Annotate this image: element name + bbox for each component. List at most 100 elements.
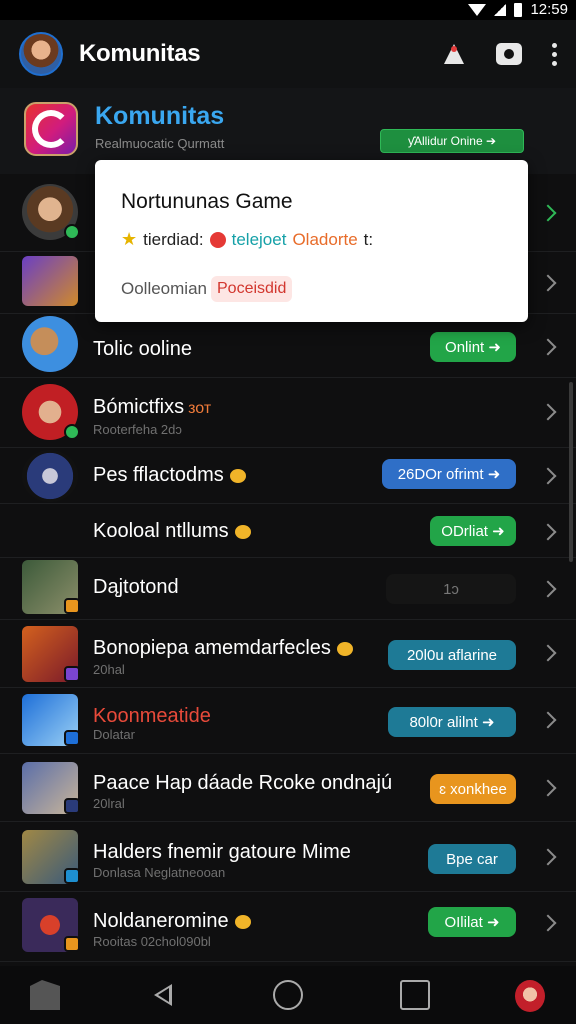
online-button[interactable]: Bpe car (428, 844, 516, 874)
status-icon (64, 936, 80, 952)
popup-action-chip[interactable]: Poceisdid (211, 276, 293, 302)
row-name: Noldaneromine (93, 910, 251, 933)
chevron-right-icon[interactable] (539, 338, 557, 356)
avatar (22, 560, 80, 614)
list-item[interactable]: Tolic ooline Onlint ➜ (0, 314, 576, 378)
chevron-right-icon[interactable] (539, 204, 557, 222)
community-logo (24, 102, 78, 156)
avatar (22, 626, 80, 682)
list-item[interactable]: Pes fflactodms 26DOr ofrimt ➜ (0, 448, 576, 504)
online-button[interactable]: Onlint ➜ (430, 332, 516, 362)
status-icon (64, 798, 80, 814)
avatar (22, 830, 80, 884)
status-icon (64, 666, 80, 682)
community-popup[interactable]: Nortununas Game ★ tierdiad: telejoet Ola… (95, 160, 528, 322)
battery-icon (514, 2, 523, 17)
status-time: 12:59 (530, 1, 568, 18)
community-subtitle: Realmuocatic Qurmatt (95, 136, 225, 151)
chevron-right-icon[interactable] (539, 523, 557, 541)
chevron-right-icon[interactable] (539, 580, 557, 598)
avatar (22, 316, 78, 372)
popup-line-orange: Oladorte (292, 229, 358, 249)
list-item[interactable]: Paace Hap dáade Rcoke ondnajú 20lral ɛ x… (0, 754, 576, 822)
game-mode-icon[interactable] (30, 980, 60, 1010)
popup-line-teal: telejoet (231, 229, 287, 249)
online-button[interactable]: 20l0u aflarine (388, 640, 516, 670)
row-name: Pes fflactodms (93, 464, 246, 487)
online-button[interactable]: 26DOr ofrimt ➜ (382, 459, 516, 489)
avatar (22, 384, 80, 440)
avatar (22, 694, 80, 746)
back-icon[interactable] (148, 980, 178, 1010)
popup-line-suffix: t: (363, 229, 374, 249)
row-name: Kooloal ntllums (93, 520, 251, 543)
community-title: Komunitas (95, 102, 225, 130)
avatar (22, 762, 80, 814)
chevron-right-icon[interactable] (539, 914, 557, 932)
online-button[interactable]: ODrliat ➜ (430, 516, 516, 546)
row-subtitle: 20lral (93, 796, 125, 811)
profile-avatar[interactable] (19, 32, 63, 76)
online-button[interactable]: OIlilat ➜ (428, 907, 516, 937)
status-icon (64, 598, 80, 614)
chevron-right-icon[interactable] (539, 644, 557, 662)
list-item[interactable]: Bómictfixs зот Rooterfeha 2dɔ (0, 378, 576, 448)
chevron-right-icon[interactable] (539, 403, 557, 421)
row-subtitle: Rooterfeha 2dɔ (93, 422, 182, 437)
avatar (22, 256, 78, 306)
online-status-icon (64, 424, 80, 440)
status-pill: 1ɔ (386, 574, 516, 604)
app-bar: Komunitas (0, 20, 576, 88)
row-subtitle: Dolatar (93, 727, 135, 742)
chevron-right-icon[interactable] (539, 848, 557, 866)
emoji-icon (336, 641, 353, 656)
scrollbar[interactable] (569, 382, 573, 562)
popup-footer: Oolleomian Poceisdid (121, 276, 293, 302)
list-item[interactable]: Halders fnemir gatoure Mime Donlasa Negl… (0, 822, 576, 892)
list-item[interactable]: Koonmeatide Dolatar 80l0r alilnt ➜ (0, 688, 576, 754)
alert-icon[interactable] (442, 43, 466, 65)
emoji-icon (229, 468, 246, 483)
avatar[interactable] (515, 980, 545, 1012)
row-name: Paace Hap dáade Rcoke ondnajú (93, 772, 393, 794)
system-navigation-bar (0, 966, 576, 1024)
more-options-icon[interactable] (552, 42, 558, 66)
online-status-icon (64, 224, 80, 240)
chevron-right-icon[interactable] (539, 274, 557, 292)
chevron-right-icon[interactable] (539, 711, 557, 729)
avatar (22, 450, 78, 502)
list-item[interactable]: Noldaneromine Rooitas 02chol090bl OIlila… (0, 892, 576, 962)
list-item[interactable]: Kooloal ntllums ODrliat ➜ (0, 504, 576, 558)
online-button[interactable]: 80l0r alilnt ➜ (388, 707, 516, 737)
camera-icon[interactable] (496, 43, 522, 65)
list-item[interactable]: Dąjtotond 1ɔ (0, 558, 576, 620)
popup-foot-label: Oolleomian (121, 279, 207, 298)
recent-apps-icon[interactable] (400, 980, 430, 1010)
row-tag: зот (188, 400, 212, 417)
row-name: Dąjtotond (93, 576, 179, 598)
row-subtitle: Rooitas 02chol090bl (93, 934, 211, 949)
row-subtitle: 20hal (93, 662, 125, 677)
row-name: Tolic ooline (93, 338, 192, 360)
row-name: Bómictfixs зот (93, 396, 212, 418)
record-icon (209, 231, 226, 248)
popup-info-line: ★ tierdiad: telejoet Oladorte t: (121, 229, 373, 250)
row-name: Bonopiepa amemdarfecles (93, 637, 353, 660)
emoji-icon (234, 914, 251, 929)
row-name: Halders fnemir gatoure Mime (93, 841, 351, 863)
popup-title: Nortununas Game (121, 190, 293, 213)
emoji-icon (234, 524, 251, 539)
chevron-right-icon[interactable] (539, 779, 557, 797)
avatar (22, 898, 80, 952)
status-bar: 12:59 (0, 0, 576, 20)
popup-line-prefix: tierdiad: (143, 229, 204, 249)
list-item[interactable]: Bonopiepa amemdarfecles 20hal 20l0u afla… (0, 620, 576, 688)
chevron-right-icon[interactable] (539, 467, 557, 485)
status-icon (64, 730, 80, 746)
header-online-button[interactable]: ƴAllidur Onine ➔ (380, 129, 524, 153)
app-title: Komunitas (79, 40, 201, 67)
row-subtitle: Donlasa Neglatneooan (93, 865, 226, 880)
online-button[interactable]: ɛ xonkhee (430, 774, 516, 804)
status-icon (64, 868, 80, 884)
home-icon[interactable] (273, 980, 303, 1010)
